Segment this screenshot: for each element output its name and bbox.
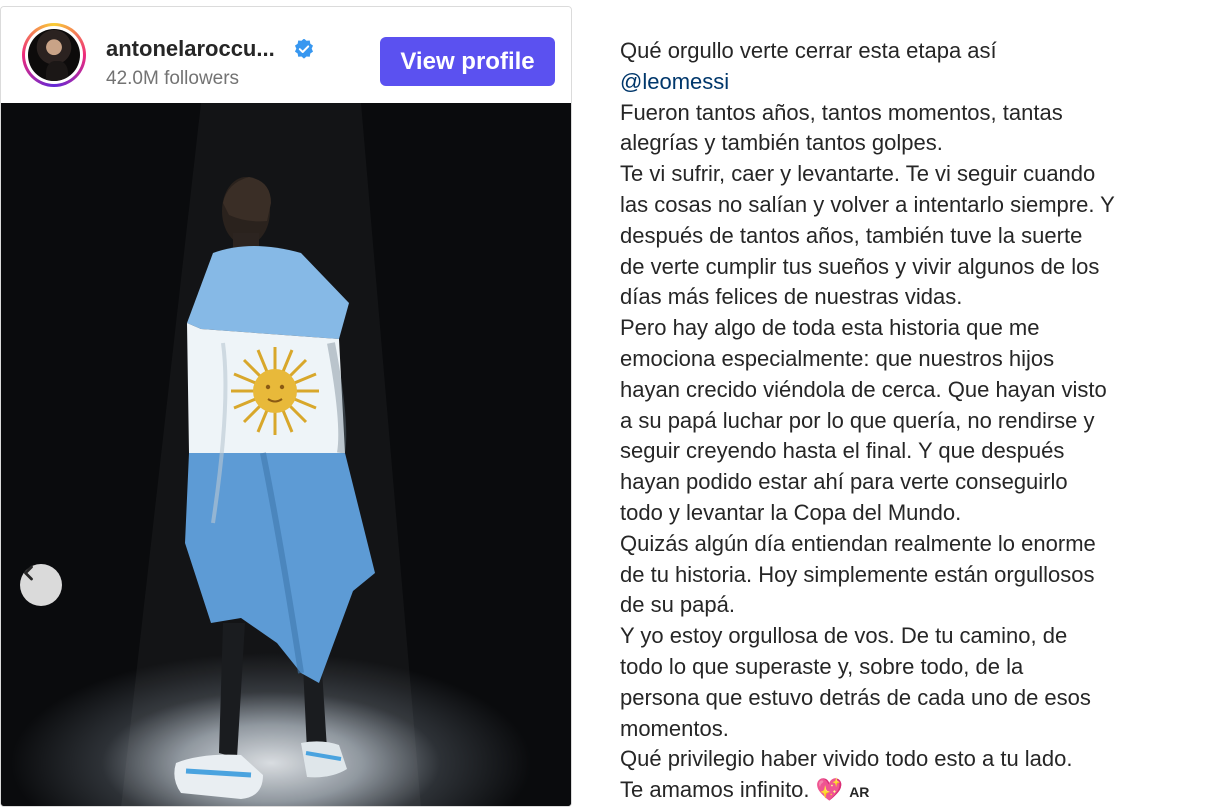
mention-link[interactable]: @leomessi (620, 67, 1180, 98)
carousel-prev-button[interactable] (20, 564, 62, 606)
username[interactable]: antonelaroccu... (106, 36, 275, 62)
post-image[interactable] (1, 103, 571, 806)
post-image-drawing (121, 103, 421, 806)
caption-line: emociona especialmente: que nuestros hij… (620, 345, 1055, 371)
caption-line: Qué privilegio haber vivido todo esto a … (620, 746, 1073, 772)
caption-line: Qué orgullo verte cerrar esta etapa así (620, 38, 997, 63)
flag-ar-icon: AR (849, 784, 870, 801)
caption-line: de su papá. (620, 592, 735, 618)
caption-line: persona que estuvo detrás de cada uno de… (620, 684, 1091, 710)
caption-line: después de tantos años, también tuve la … (620, 222, 1083, 248)
caption-line: a su papá luchar por lo que quería, no r… (620, 407, 1095, 433)
caption-line: Te vi sufrir, caer y levantarte. Te vi s… (620, 161, 1096, 187)
heart-emoji-icon: 💖 (815, 777, 844, 803)
caption-line-text: Te amamos infinito. (620, 777, 810, 803)
caption-line: las cosas no salían y volver a intentarl… (620, 191, 1115, 217)
caption-last-line: Te amamos infinito. 💖 AR (620, 775, 1180, 808)
caption-line: seguir creyendo hasta el final. Y que de… (620, 438, 1065, 464)
caption-line: todo y levantar la Copa del Mundo. (620, 499, 962, 525)
caption-line: Quizás algún día entiendan realmente lo … (620, 530, 1096, 556)
caption-line: alegrías y también tantos golpes. (620, 130, 943, 156)
embed-header: antonelaroccu... 42.0M followers View pr… (1, 7, 571, 103)
instagram-embed: antonelaroccu... 42.0M followers View pr… (0, 6, 572, 807)
caption-line: Pero hay algo de toda esta historia que … (620, 315, 1040, 341)
chevron-left-icon (24, 565, 33, 581)
followers-count: 42.0M followers (106, 68, 240, 89)
avatar-photo (28, 29, 80, 81)
verified-badge-icon (294, 39, 314, 59)
caption-line: todo lo que superaste y, sobre todo, de … (620, 653, 1024, 679)
caption-line: Y yo estoy orgullosa de vos. De tu camin… (620, 623, 1068, 649)
view-profile-button[interactable]: View profile (380, 37, 555, 86)
caption-line: hayan podido estar ahí para verte conseg… (620, 469, 1068, 495)
caption-line: Fueron tantos años, tantos momentos, tan… (620, 99, 1063, 125)
caption-line: momentos. (620, 715, 729, 741)
post-caption: Qué orgullo verte cerrar esta etapa así … (620, 36, 1180, 808)
caption-line: hayan crecido viéndola de cerca. Que hay… (620, 376, 1107, 402)
avatar[interactable] (22, 23, 86, 87)
caption-line: días más felices de nuestras vidas. (620, 284, 963, 310)
caption-line: de tu historia. Hoy simplemente están or… (620, 561, 1095, 587)
caption-line: de verte cumplir tus sueños y vivir algu… (620, 253, 1100, 279)
